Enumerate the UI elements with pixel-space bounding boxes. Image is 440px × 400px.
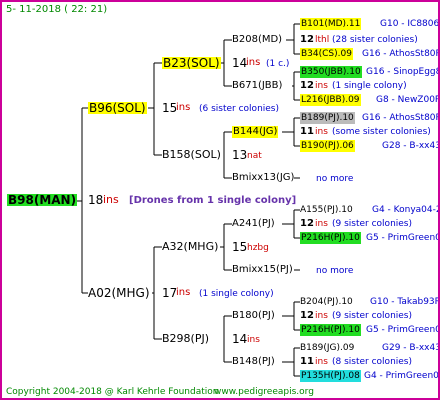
b96-count: 15 [162,101,178,115]
leaf-b101: B101(MD).11 [300,18,362,30]
node-b671: B671(JBB) [232,80,283,91]
node-b298: B298(PJ) [162,332,210,345]
footer-copyright: Copyright 2004-2018 @ Karl Kehrle Founda… [6,387,219,397]
root-ins: ins [103,193,119,206]
leaf-p216b: P216H(PJ).10 [300,324,361,336]
pedigree-frame: 5- 11-2018 ( 22: 21) B98(MAN) 18 ins [Dr… [0,0,440,400]
b180-note: (9 sister colonies) [332,311,413,321]
b208-ins: lthl [315,35,330,45]
leaf-a155: A155(PJ).10 [300,205,353,215]
leaf-b34-code: G16 - AthosSt80R [362,49,440,59]
leaf-b204: B204(PJ).10 [300,297,353,307]
b180-count: 12 [300,310,314,321]
b298-count: 14 [232,332,248,346]
b671-note: (1 single colony) [332,81,407,91]
b144-note: (some sister colonies) [332,127,431,137]
leaf-a155-code: G4 - Konya04-2 [372,205,440,215]
b96-ins: ins [176,102,191,113]
bmixx13-note: no more [316,174,354,184]
b23-ins: ins [246,57,261,68]
leaf-b34: B34(CS).09 [300,48,353,60]
leaf-b101-code: G10 - IC8806 [380,19,440,29]
a241-count: 12 [300,218,314,229]
node-b148: B148(PJ) [232,356,275,367]
a02-ins: ins [176,287,191,298]
root-count: 18 [88,193,104,207]
leaf-l216-code: G8 - NewZ00R [376,95,440,105]
b148-count: 11 [300,356,314,367]
node-b158: B158(SOL) [162,148,221,161]
node-b23: B23(SOL) [162,56,221,70]
b208-note: (28 sister colonies) [332,35,418,45]
leaf-p135-code: G4 - PrimGreen00 [364,371,440,381]
leaf-b189a-code: G16 - AthosSt80R [362,113,440,123]
node-a32: A32(MHG) [162,240,219,253]
root-note: [Drones from 1 single colony] [129,195,297,206]
b144-ins: ins [315,127,328,137]
node-b208: B208(MD) [232,34,283,45]
leaf-b190-code: G28 - B-xx43 [382,141,440,151]
a02-note: (1 single colony) [199,289,274,299]
node-a02: A02(MHG) [88,286,150,300]
a32-ins: hzbg [247,243,269,253]
b671-ins: ins [315,81,328,91]
node-bmixx13: Bmixx13(JG) [232,172,295,183]
leaf-p135: P135H(PJ).08 [300,370,361,382]
leaf-l216: L216(JBB).09 [300,94,361,106]
footer-site-link[interactable]: www.pedigreeapis.org [214,386,314,398]
leaf-b350: B350(JBB).10 [300,66,362,78]
b96-note: (6 sister colonies) [199,104,280,114]
leaf-b204-code: G10 - Takab93R [370,297,440,307]
node-b180: B180(PJ) [232,310,275,321]
b23-note: (1 c.) [266,59,290,69]
leaf-b190: B190(PJ).06 [300,140,355,152]
b158-count: 13 [232,148,248,162]
a241-ins: ins [315,219,328,229]
a241-note: (9 sister colonies) [332,219,413,229]
root-node: B98(MAN) [7,193,78,207]
header-date: 5- 11-2018 ( 22: 21) [6,4,108,15]
leaf-p216a-code: G5 - PrimGreen00 [366,233,440,243]
b158-ins: nat [247,151,262,161]
b208-count: 12 [300,34,314,45]
node-bmixx15: Bmixx15(PJ) [232,264,293,275]
leaf-b189b: B189(JG).09 [300,343,355,353]
b148-note: (8 sister colonies) [332,357,413,367]
node-a241: A241(PJ) [232,218,275,229]
leaf-b350-code: G16 - SinopEgg86R [366,67,438,77]
b148-ins: ins [315,357,328,367]
b298-ins: ins [247,335,260,345]
b180-ins: ins [315,311,328,321]
b23-count: 14 [232,56,248,70]
a02-count: 17 [162,286,178,300]
node-b144: B144(JG) [232,126,279,138]
bmixx15-note: no more [316,266,354,276]
leaf-p216a: P216H(PJ).10 [300,232,361,244]
b671-count: 12 [300,80,314,91]
leaf-b189b-code: G29 - B-xx43 [382,343,440,353]
a32-count: 15 [232,240,248,254]
leaf-b189a: B189(PJ).10 [300,112,355,124]
b144-count: 11 [300,126,314,137]
leaf-p216b-code: G5 - PrimGreen00 [366,325,440,335]
node-b96: B96(SOL) [88,101,147,115]
